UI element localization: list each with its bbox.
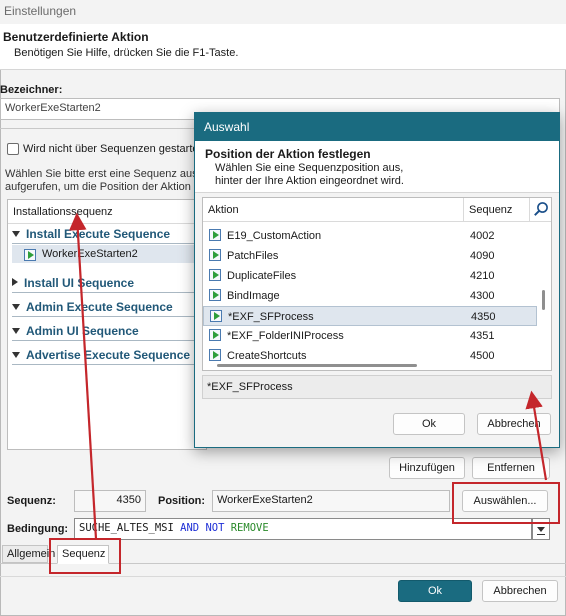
- arrow-to-sequence-tree: [68, 212, 98, 540]
- annotation-arrows: [68, 212, 548, 540]
- arrow-to-selection: [525, 390, 548, 481]
